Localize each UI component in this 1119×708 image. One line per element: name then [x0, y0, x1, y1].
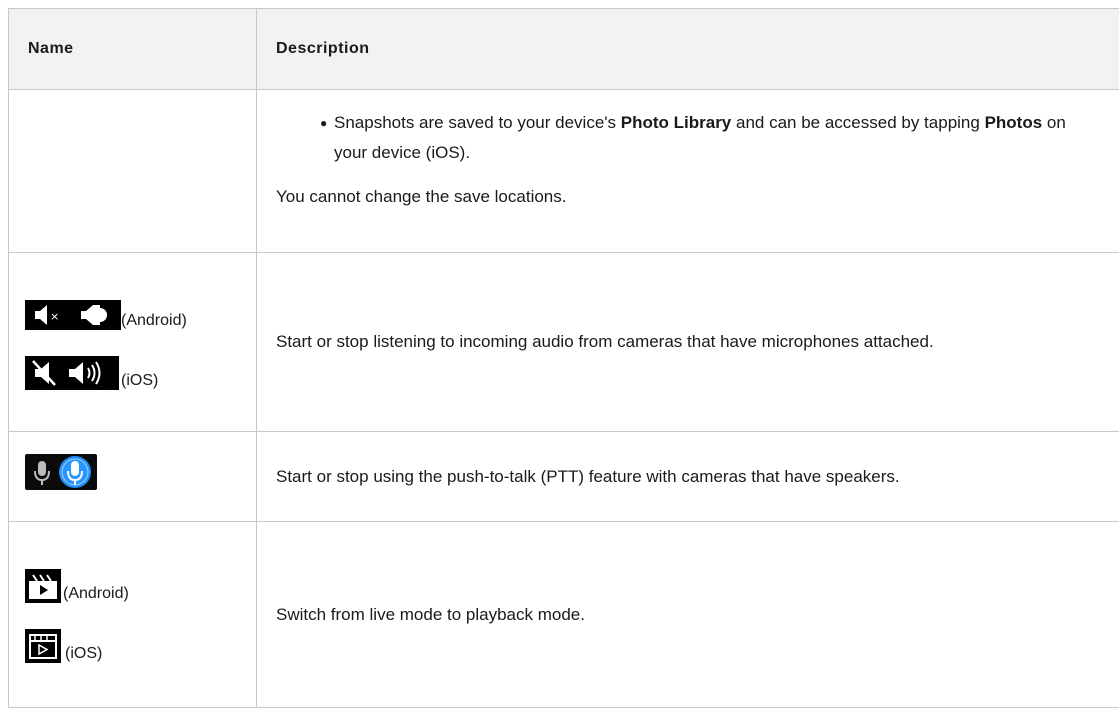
svg-text:×: ×	[50, 310, 59, 323]
description-cell: Start or stop using the push-to-talk (PT…	[257, 431, 1119, 522]
save-location-note: You cannot change the save locations.	[276, 182, 1099, 212]
name-cell	[9, 431, 257, 522]
clapperboard-play-icon	[25, 569, 61, 603]
feature-table: Name Description ● Snapshots are saved t…	[8, 8, 1119, 708]
table-row: Start or stop using the push-to-talk (PT…	[9, 431, 1119, 522]
android-label: (Android)	[121, 312, 187, 330]
text-part: Snapshots are saved to your device's	[334, 113, 621, 132]
bullet-item: ● Snapshots are saved to your device's P…	[320, 108, 1099, 168]
description-cell: ● Snapshots are saved to your device's P…	[257, 90, 1119, 252]
android-entry: (Android)	[25, 567, 256, 603]
bullet-icon: ●	[320, 108, 334, 168]
android-entry: × (Android)	[25, 294, 256, 330]
android-label: (Android)	[63, 585, 129, 603]
ios-entry: (iOS)	[25, 354, 256, 390]
microphone-icon	[25, 454, 97, 490]
photos-term: Photos	[985, 113, 1043, 132]
name-cell-empty	[9, 90, 257, 252]
clapperboard-play-outline-icon	[25, 629, 61, 663]
mute-unmute-speaker-icon: ×	[25, 300, 121, 330]
table-row: ● Snapshots are saved to your device's P…	[9, 90, 1119, 252]
table-row: × (Android)	[9, 252, 1119, 431]
name-cell: × (Android)	[9, 252, 257, 431]
table-header-row: Name Description	[9, 9, 1119, 90]
ios-label: (iOS)	[65, 645, 102, 663]
table-row: (Android) (iOS) Switch from liv	[9, 522, 1119, 708]
bullet-text: Snapshots are saved to your device's Pho…	[334, 108, 1099, 168]
photo-library-term: Photo Library	[621, 113, 732, 132]
text-part: and can be accessed by tapping	[731, 113, 984, 132]
ios-label: (iOS)	[121, 372, 158, 390]
description-cell: Switch from live mode to playback mode.	[257, 522, 1119, 708]
ios-entry: (iOS)	[25, 627, 256, 663]
name-cell: (Android) (iOS)	[9, 522, 257, 708]
description-cell: Start or stop listening to incoming audi…	[257, 252, 1119, 431]
muted-speaker-speaker-waves-icon	[25, 356, 119, 390]
header-name: Name	[9, 9, 257, 90]
header-description: Description	[257, 9, 1119, 90]
